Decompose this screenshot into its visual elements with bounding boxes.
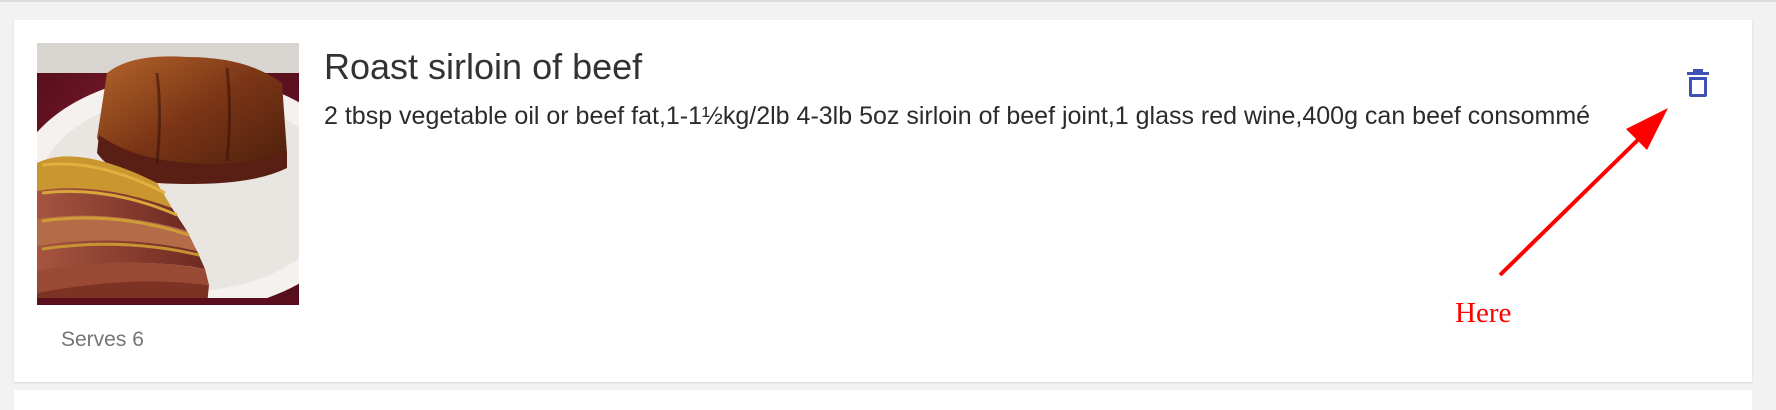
roast-beef-photo [37,43,299,305]
next-recipe-card [14,390,1752,410]
top-border [0,0,1776,2]
recipe-title: Roast sirloin of beef [324,46,643,87]
trash-icon [1687,69,1709,97]
delete-button[interactable] [1678,62,1718,102]
annotation-label: Here [1455,297,1512,329]
recipe-ingredients: 2 tbsp vegetable oil or beef fat,1-1½kg/… [324,102,1591,130]
serves-label: Serves 6 [61,328,144,351]
recipe-image [37,43,299,305]
